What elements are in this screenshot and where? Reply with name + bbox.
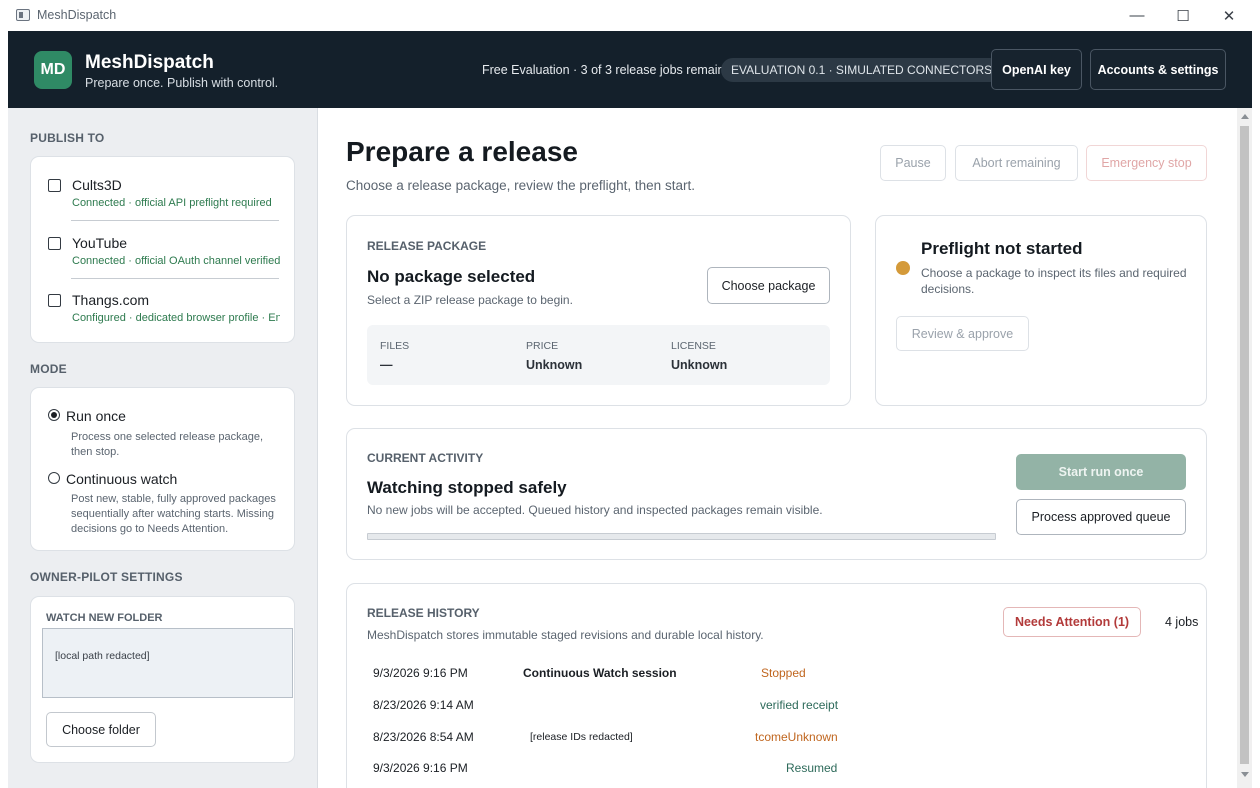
- page-subtitle: Choose a release package, review the pre…: [346, 178, 695, 193]
- thangs-checkbox[interactable]: [48, 294, 61, 307]
- needs-attention-button[interactable]: Needs Attention (1): [1003, 607, 1141, 637]
- app-header: MD MeshDispatch Prepare once. Publish wi…: [8, 31, 1252, 108]
- watch-folder-heading: WATCH NEW FOLDER: [46, 612, 163, 624]
- mode-heading: MODE: [30, 362, 67, 376]
- sidebar: PUBLISH TO Cults3D Connected · official …: [8, 108, 318, 788]
- history-description: Continuous Watch session: [523, 666, 677, 680]
- license-label: LICENSE: [671, 340, 716, 352]
- evaluation-status: Free Evaluation · 3 of 3 release jobs re…: [482, 63, 725, 77]
- history-row[interactable]: 9/3/2026 9:16 PM Continuous Watch sessio…: [373, 666, 1173, 686]
- preflight-title: Preflight not started: [921, 239, 1083, 258]
- release-history-heading: RELEASE HISTORY: [367, 606, 480, 620]
- current-activity-heading: CURRENT ACTIVITY: [367, 451, 484, 465]
- run-once-label[interactable]: Run once: [66, 408, 126, 424]
- app-window-icon: [16, 9, 30, 21]
- history-time: 9/3/2026 9:16 PM: [373, 761, 468, 775]
- history-description: [release IDs redacted]: [530, 731, 633, 743]
- app-name: MeshDispatch: [85, 52, 214, 73]
- youtube-checkbox[interactable]: [48, 237, 61, 250]
- evaluation-badge: EVALUATION 0.1 · SIMULATED CONNECTORS: [721, 58, 1003, 82]
- watch-folder-input[interactable]: [local path redacted]: [42, 628, 293, 698]
- history-time: 8/23/2026 8:54 AM: [373, 730, 474, 744]
- package-subtitle: Select a ZIP release package to begin.: [367, 293, 573, 307]
- preflight-subtitle: Choose a package to inspect its files an…: [921, 266, 1187, 296]
- start-run-once-button[interactable]: Start run once: [1016, 454, 1186, 490]
- publish-target-name: YouTube: [72, 235, 128, 251]
- app-tagline: Prepare once. Publish with control.: [85, 76, 279, 90]
- main-scrollbar[interactable]: [1237, 108, 1252, 788]
- release-package-card: RELEASE PACKAGE No package selected Sele…: [346, 215, 851, 406]
- history-status: tcomeUnknown: [755, 730, 838, 744]
- history-time: 8/23/2026 9:14 AM: [373, 698, 474, 712]
- release-history-card: RELEASE HISTORY MeshDispatch stores immu…: [346, 583, 1207, 788]
- page-title: Prepare a release: [346, 136, 578, 167]
- current-activity-card: CURRENT ACTIVITY Watching stopped safely…: [346, 428, 1207, 560]
- close-window-button[interactable]: ✕: [1206, 0, 1252, 31]
- activity-subtitle: No new jobs will be accepted. Queued his…: [367, 503, 823, 517]
- mode-card: Run once Process one selected release pa…: [30, 387, 295, 551]
- package-title: No package selected: [367, 267, 536, 286]
- license-value: Unknown: [671, 358, 728, 372]
- watch-folder-path: [local path redacted]: [55, 650, 150, 662]
- review-approve-button[interactable]: Review & approve: [896, 316, 1029, 351]
- preflight-card: Preflight not started Choose a package t…: [875, 215, 1207, 406]
- preflight-status-dot: [896, 261, 910, 275]
- history-status: Stopped: [761, 666, 806, 680]
- abort-remaining-button[interactable]: Abort remaining: [955, 145, 1078, 181]
- process-approved-queue-button[interactable]: Process approved queue: [1016, 499, 1186, 535]
- choose-package-button[interactable]: Choose package: [707, 267, 830, 304]
- window-titlebar: MeshDispatch — ☐ ✕: [0, 0, 1260, 31]
- history-status: verified receipt: [760, 698, 839, 712]
- publish-target-status: Connected · official API preflight requi…: [72, 197, 272, 209]
- owner-pilot-heading: OWNER-PILOT SETTINGS: [30, 570, 183, 584]
- price-label: PRICE: [526, 340, 559, 352]
- openai-key-button[interactable]: OpenAI key: [991, 49, 1082, 90]
- divider: [71, 220, 279, 221]
- scrollbar-thumb[interactable]: [1240, 126, 1249, 764]
- files-value: —: [380, 358, 393, 372]
- choose-folder-button[interactable]: Choose folder: [46, 712, 156, 747]
- run-once-radio[interactable]: [48, 409, 60, 421]
- history-row[interactable]: 9/3/2026 9:16 PM Resumed: [373, 761, 1173, 781]
- publish-to-heading: PUBLISH TO: [30, 131, 105, 145]
- pause-button[interactable]: Pause: [880, 145, 946, 181]
- jobs-count: 4 jobs: [1165, 615, 1199, 629]
- cults3d-checkbox[interactable]: [48, 179, 61, 192]
- activity-progress-bar: [367, 533, 996, 540]
- main-content: Prepare a release Choose a release packa…: [318, 108, 1237, 788]
- scroll-up-arrow-icon[interactable]: [1241, 114, 1249, 119]
- maximize-button[interactable]: ☐: [1160, 0, 1206, 31]
- activity-title: Watching stopped safely: [367, 478, 567, 497]
- publish-target-status: Configured · dedicated browser profile ·…: [72, 312, 280, 324]
- history-row[interactable]: 8/23/2026 9:14 AM verified receipt: [373, 698, 1173, 718]
- continuous-watch-radio[interactable]: [48, 472, 60, 484]
- publish-targets-card: Cults3D Connected · official API preflig…: [30, 156, 295, 343]
- divider: [71, 278, 279, 279]
- package-metadata: FILES — PRICE Unknown LICENSE Unknown: [367, 325, 830, 385]
- window-frame-right: [1252, 31, 1260, 788]
- price-value: Unknown: [526, 358, 583, 372]
- minimize-button[interactable]: —: [1114, 0, 1160, 31]
- app-logo: MD: [34, 51, 72, 89]
- continuous-watch-label[interactable]: Continuous watch: [66, 471, 177, 487]
- watch-folder-card: WATCH NEW FOLDER [local path redacted] C…: [30, 596, 295, 763]
- continuous-watch-description: Post new, stable, fully approved package…: [71, 493, 276, 535]
- accounts-settings-button[interactable]: Accounts & settings: [1090, 49, 1226, 90]
- publish-target-name: Cults3D: [72, 177, 122, 193]
- release-history-subtitle: MeshDispatch stores immutable staged rev…: [367, 628, 764, 642]
- publish-target-name: Thangs.com: [72, 292, 150, 308]
- release-package-heading: RELEASE PACKAGE: [367, 239, 487, 253]
- window-title: MeshDispatch: [37, 8, 117, 22]
- run-once-description: Process one selected release package, th…: [71, 431, 264, 458]
- emergency-stop-button[interactable]: Emergency stop: [1086, 145, 1207, 181]
- history-status: Resumed: [786, 761, 838, 775]
- window-frame-left: [0, 31, 8, 788]
- publish-target-status: Connected · official OAuth channel verif…: [72, 255, 280, 267]
- history-row[interactable]: 8/23/2026 8:54 AM [release IDs redacted]…: [373, 730, 1173, 750]
- files-label: FILES: [380, 340, 410, 352]
- scroll-down-arrow-icon[interactable]: [1241, 772, 1249, 777]
- history-time: 9/3/2026 9:16 PM: [373, 666, 468, 680]
